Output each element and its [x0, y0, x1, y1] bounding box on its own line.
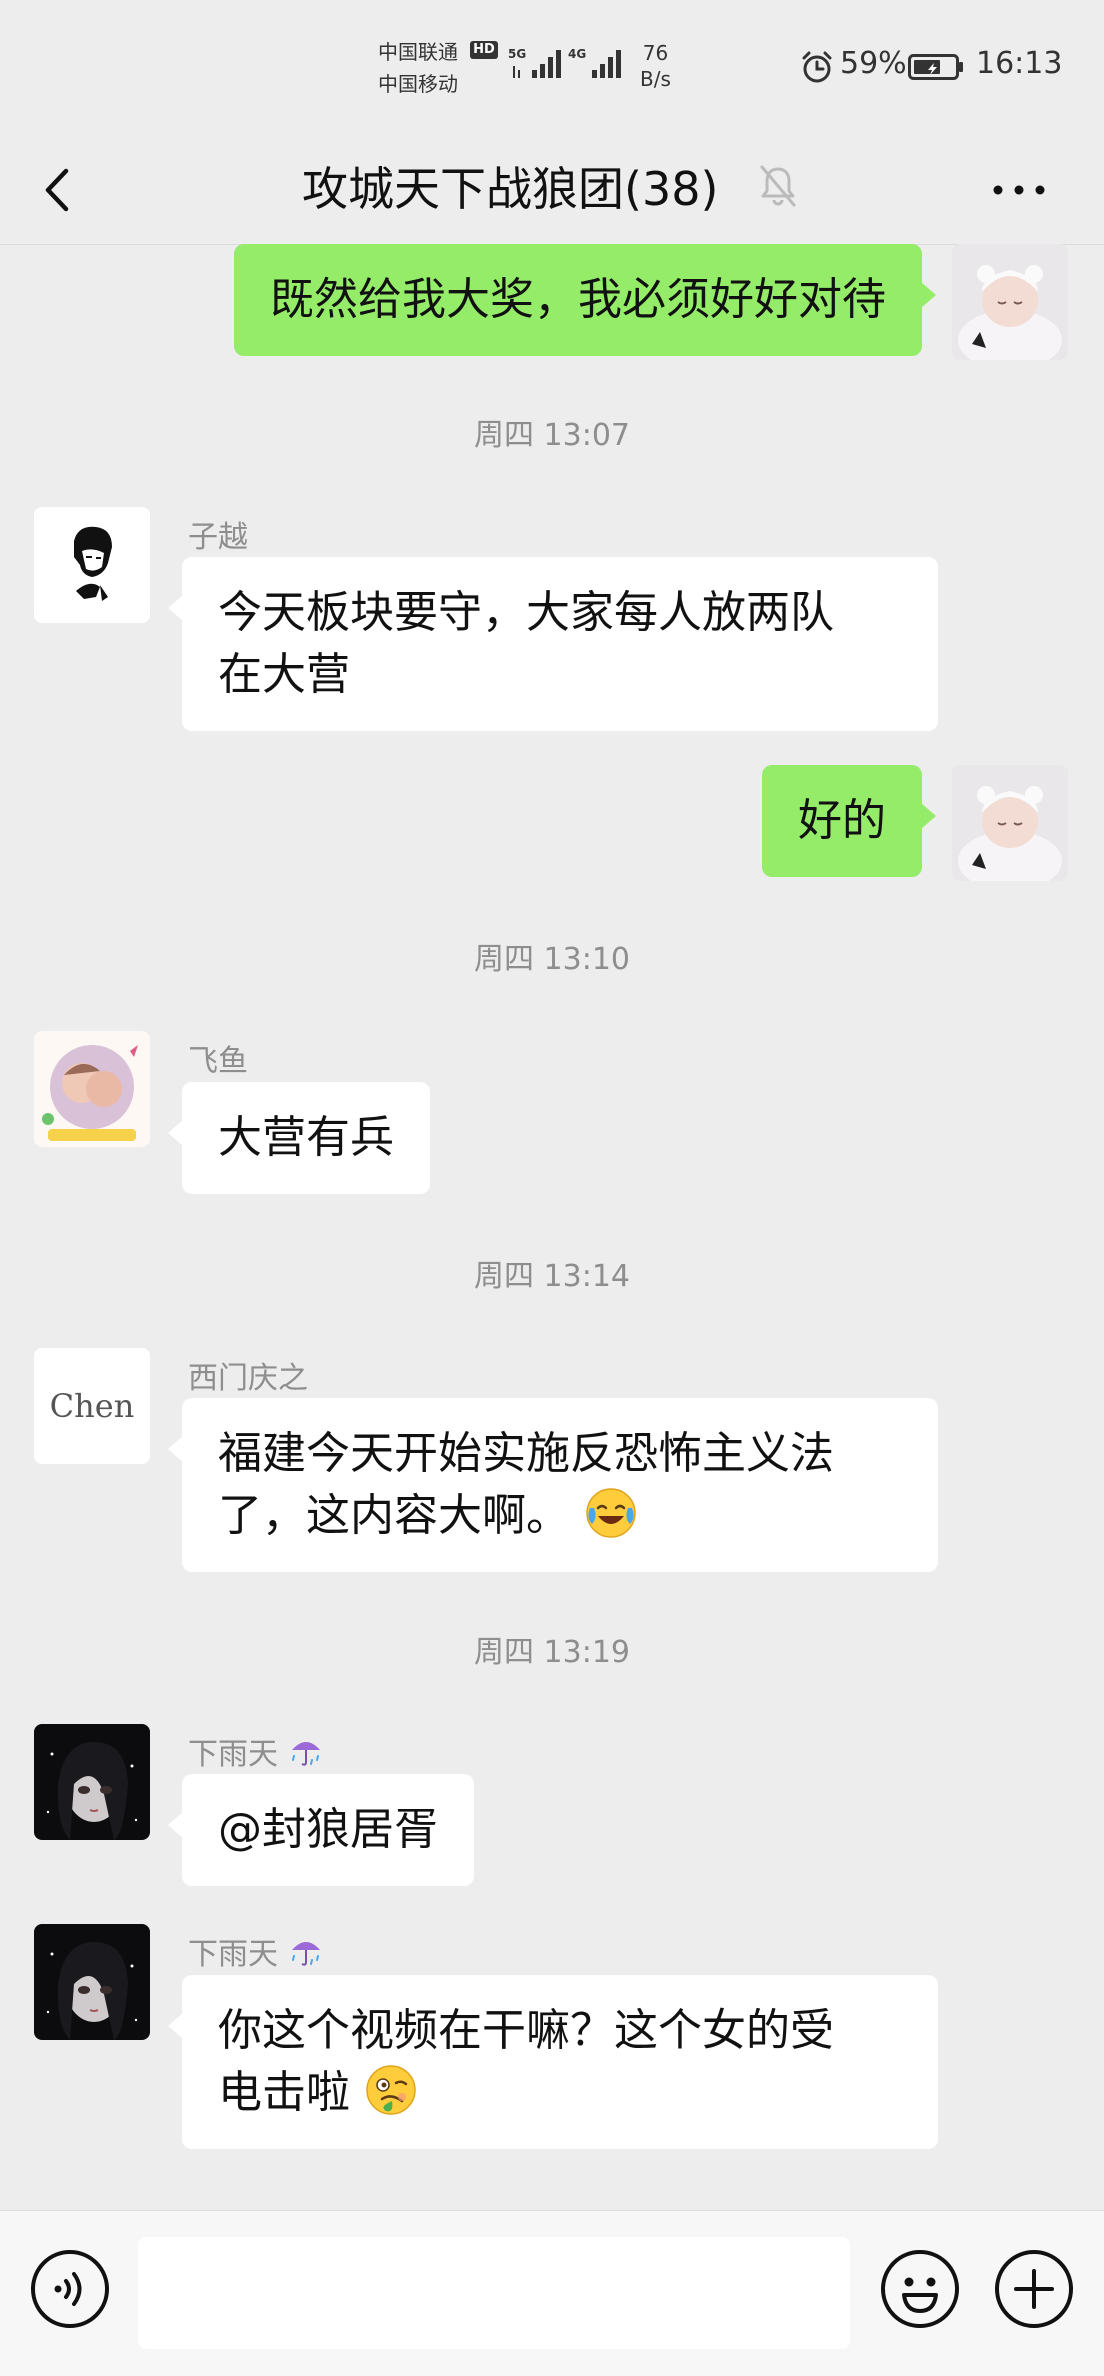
- message-timestamp: 周四 13:10: [474, 942, 630, 977]
- message-text-line: 电击啦: [218, 2062, 902, 2124]
- nav-bar: 攻城天下战狼团(38): [0, 135, 1104, 245]
- self-avatar[interactable]: [952, 765, 1068, 881]
- sender-name-text: 下雨天: [188, 1737, 278, 1772]
- sender-name: 子越: [188, 520, 248, 555]
- sender-name: 西门庆之: [188, 1361, 308, 1396]
- outgoing-message[interactable]: 好的: [762, 765, 936, 877]
- battery-icon: [908, 54, 963, 80]
- sender-avatar[interactable]: Chen: [34, 1348, 150, 1464]
- incoming-message[interactable]: @封狼居胥: [168, 1774, 474, 1886]
- chat-title: 攻城天下战狼团(38): [302, 162, 719, 216]
- message-text-part: 了，这内容大啊。: [218, 1490, 570, 1541]
- message-text-line: 了，这内容大啊。: [218, 1485, 902, 1547]
- mute-icon: [760, 165, 796, 207]
- voice-icon[interactable]: [30, 2249, 110, 2329]
- net-speed-unit: B/s: [640, 67, 671, 91]
- incoming-message[interactable]: 大营有兵: [168, 1082, 430, 1194]
- net-speed: 76 B/s: [640, 40, 671, 92]
- laughing-crying-emoji-icon: [586, 1488, 636, 1538]
- carrier-2: 中国移动: [378, 72, 458, 96]
- sender-name-text: 下雨天: [188, 1937, 278, 1972]
- signal-icon: 4G: [568, 47, 621, 78]
- message-text-part: 电击啦: [218, 2067, 350, 2118]
- incoming-message[interactable]: 你这个视频在干嘛？这个女的受 电击啦: [168, 1975, 938, 2149]
- message-text-line: 今天板块要守，大家每人放两队: [218, 587, 834, 638]
- net-speed-value: 76: [642, 41, 669, 65]
- message-timestamp: 周四 13:14: [474, 1259, 630, 1294]
- umbrella-rain-icon: [291, 1942, 320, 1966]
- sender-avatar[interactable]: [34, 1724, 150, 1840]
- signal-icon: 5G: [508, 47, 561, 78]
- sender-avatar[interactable]: [34, 507, 150, 623]
- outgoing-message[interactable]: 既然给我大奖，我必须好好对待: [234, 244, 936, 356]
- carrier-labels: 中国联通 中国移动: [378, 36, 458, 100]
- input-bar: [0, 2210, 1104, 2376]
- status-time: 16:13: [976, 46, 1063, 81]
- carrier-1: 中国联通: [378, 40, 458, 64]
- back-icon[interactable]: [30, 155, 86, 225]
- hd-badge: HD: [470, 41, 498, 59]
- message-text-line: 在大营: [218, 649, 350, 700]
- sender-name: 下雨天: [188, 1929, 324, 1973]
- message-text: 大营有兵: [218, 1112, 394, 1163]
- plus-icon[interactable]: [994, 2249, 1074, 2329]
- incoming-message[interactable]: 福建今天开始实施反恐怖主义法 了，这内容大啊。: [168, 1398, 938, 1572]
- signal-2-label: 4G: [568, 47, 586, 61]
- message-timestamp: 周四 13:07: [474, 418, 630, 453]
- incoming-message[interactable]: 今天板块要守，大家每人放两队 在大营: [168, 557, 938, 731]
- message-text-line: 福建今天开始实施反恐怖主义法: [218, 1428, 834, 1479]
- message-timestamp: 周四 13:19: [474, 1635, 630, 1670]
- sender-avatar[interactable]: [34, 1924, 150, 2040]
- battery-percent: 59%: [840, 46, 907, 81]
- emoji-icon[interactable]: [880, 2249, 960, 2329]
- chat-screen: 中国联通 中国移动 HD 5G 4G 76 B/s 59% 16:13 攻城天下…: [0, 0, 1104, 2376]
- status-bar: 中国联通 中国移动 HD 5G 4G 76 B/s 59% 16:13: [0, 0, 1104, 135]
- sender-avatar[interactable]: [34, 1031, 150, 1147]
- avatar-text: Chen: [49, 1387, 135, 1425]
- message-text: 好的: [798, 795, 886, 846]
- message-text: 既然给我大奖，我必须好好对待: [270, 274, 886, 325]
- woozy-face-emoji-icon: [366, 2065, 416, 2115]
- alarm-icon: [802, 51, 832, 83]
- message-input[interactable]: [138, 2237, 850, 2349]
- umbrella-rain-icon: [291, 1742, 320, 1766]
- signal-1-label: 5G: [508, 47, 526, 61]
- sender-name: 下雨天: [188, 1729, 324, 1773]
- message-text: @封狼居胥: [218, 1804, 438, 1855]
- self-avatar[interactable]: [952, 244, 1068, 360]
- more-icon[interactable]: [984, 165, 1054, 215]
- sender-name: 飞鱼: [188, 1044, 248, 1079]
- message-text-line: 你这个视频在干嘛？这个女的受: [218, 2005, 834, 2056]
